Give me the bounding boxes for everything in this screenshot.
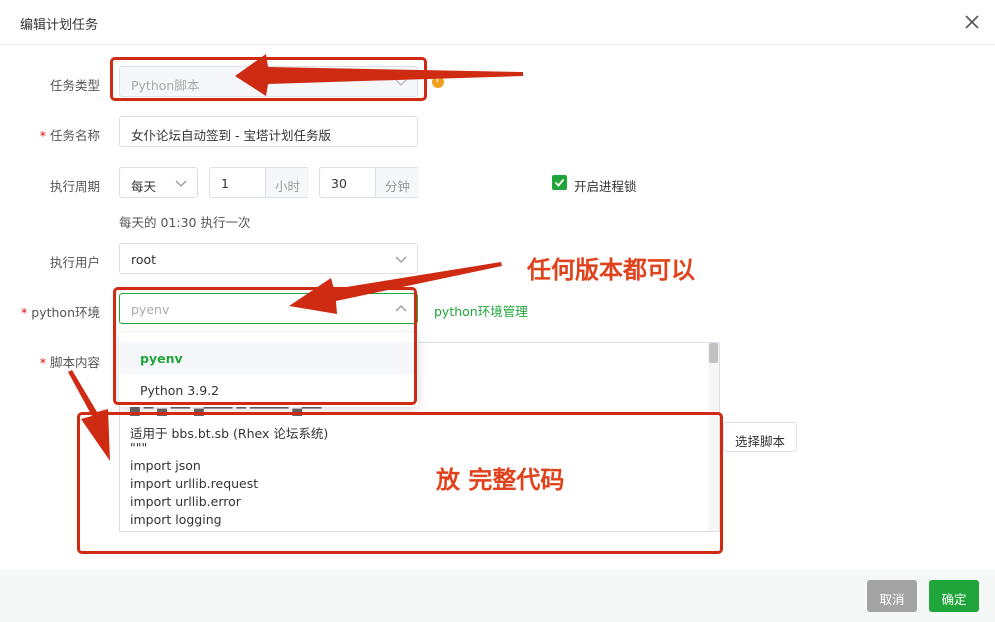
annotation-arrows	[68, 54, 523, 461]
arrow-icon	[289, 262, 502, 314]
arrow-icon	[68, 370, 110, 461]
arrow-icon	[235, 54, 523, 96]
